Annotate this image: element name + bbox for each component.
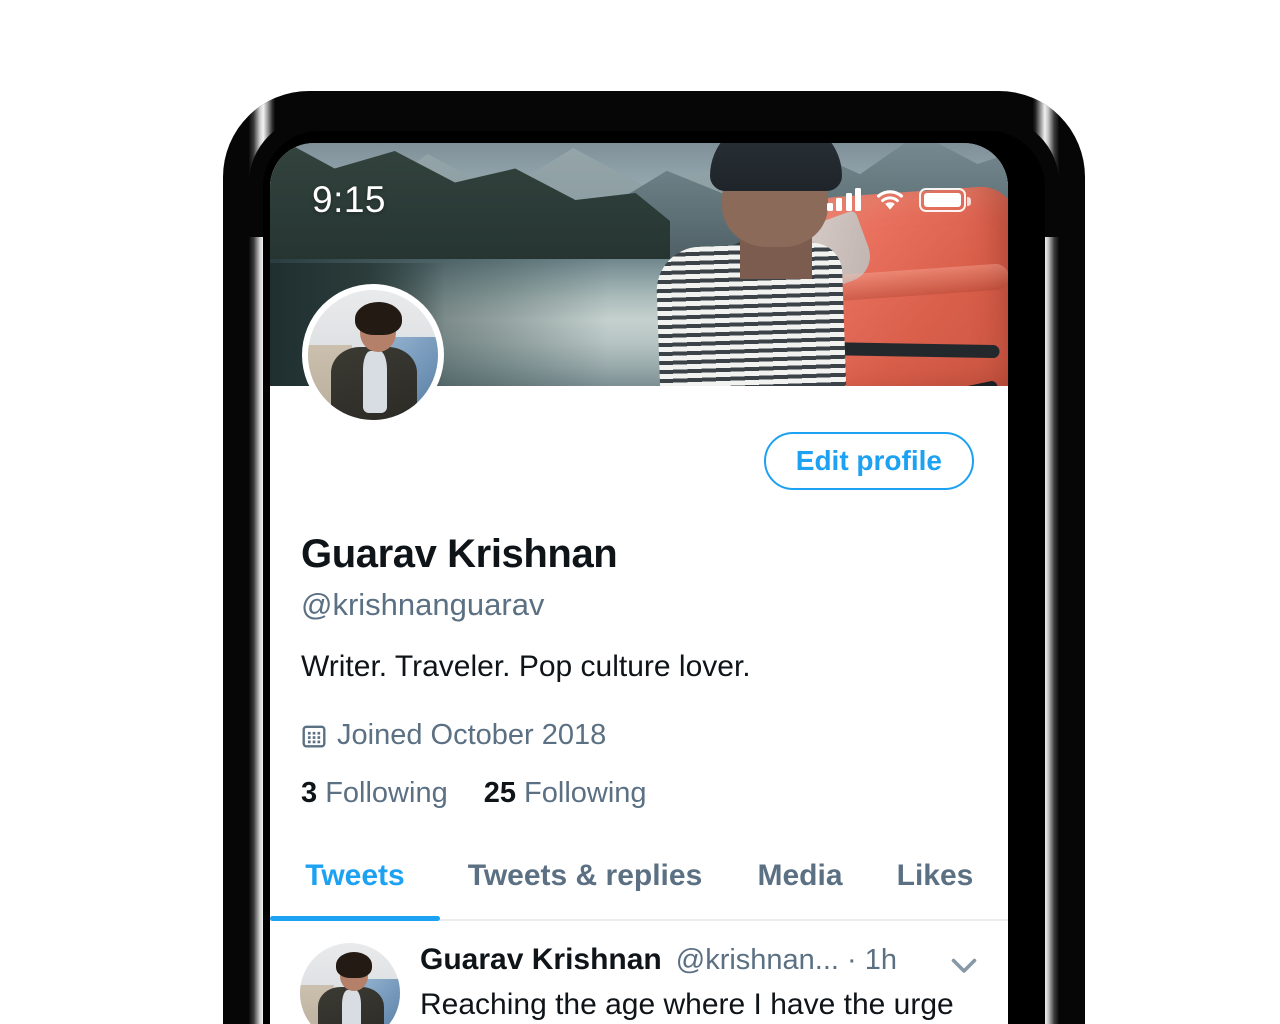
tweet-text: Reaching the age where I have the urge t… — [420, 988, 954, 1021]
tweet-avatar-shirt — [342, 990, 361, 1024]
avatar-shirt — [362, 351, 388, 414]
chevron-down-icon[interactable] — [946, 947, 982, 983]
profile-joined-date: Joined October 2018 — [301, 719, 606, 752]
battery-icon — [919, 188, 971, 212]
status-bar-icons — [826, 188, 971, 212]
tweet-item[interactable]: Guarav Krishnan @krishnan... · 1h Reachi… — [270, 921, 1008, 1024]
stat-followers-label: Following — [524, 777, 647, 809]
profile-tabs: Tweets Tweets & replies Media Likes — [270, 833, 1008, 921]
avatar-hair — [354, 301, 402, 336]
profile-handle: @krishnanguarav — [301, 587, 545, 622]
tweet-author-avatar[interactable] — [300, 943, 400, 1024]
hiker-backpack-buckle — [962, 379, 1001, 386]
tweet-handle-and-time: @krishnan... · 1h — [675, 944, 898, 976]
avatar[interactable] — [302, 284, 444, 426]
phone-screen: 9:15 Edit profile Guarav Krishnan @krish… — [270, 143, 1008, 1024]
stat-followers-count: 25 — [483, 777, 516, 809]
avatar-image — [308, 290, 438, 420]
tweet-avatar-hair — [336, 952, 372, 978]
stat-followers[interactable]: 25 Following — [484, 777, 647, 810]
tab-tweets-and-replies[interactable]: Tweets & replies — [440, 833, 730, 919]
profile-stats: 3 Following 25 Following — [301, 777, 647, 810]
calendar-icon — [302, 725, 326, 747]
profile-joined-label: Joined October 2018 — [337, 719, 607, 751]
status-bar: 9:15 — [270, 143, 1008, 235]
stat-following[interactable]: 3 Following — [301, 777, 448, 810]
tweet-header: Guarav Krishnan @krishnan... · 1h — [420, 943, 980, 977]
tweet-body: Guarav Krishnan @krishnan... · 1h Reachi… — [420, 943, 980, 1024]
screenshot-stage: 9:15 Edit profile Guarav Krishnan @krish… — [0, 0, 1280, 1024]
tab-likes[interactable]: Likes — [870, 833, 1000, 919]
cellular-signal-icon — [826, 188, 861, 211]
status-bar-clock: 9:15 — [312, 179, 387, 220]
tab-tweets[interactable]: Tweets — [270, 833, 440, 921]
stat-following-label: Following — [325, 777, 448, 809]
wifi-icon — [877, 189, 903, 210]
tab-media[interactable]: Media — [730, 833, 870, 919]
edit-profile-button[interactable]: Edit profile — [763, 432, 974, 490]
profile-display-name: Guarav Krishnan — [301, 532, 618, 576]
tweet-author-name: Guarav Krishnan — [420, 943, 662, 976]
profile-bio: Writer. Traveler. Pop culture lover. — [301, 650, 751, 683]
stat-following-count: 3 — [301, 777, 318, 809]
